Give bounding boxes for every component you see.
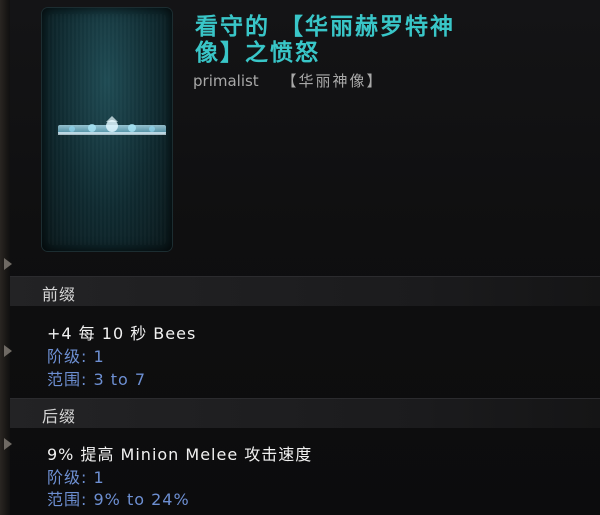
tooltip-left-border bbox=[0, 0, 12, 515]
affix-range-line: 范围: 3 to 7 bbox=[47, 370, 147, 389]
affix-tier-line: 阶级: 1 bbox=[47, 347, 105, 366]
item-class: primalist bbox=[193, 72, 259, 90]
affix-range-line: 范围: 9% to 24% bbox=[47, 490, 190, 509]
prefix-section-header: 前缀 bbox=[10, 276, 600, 306]
suffix-section-header: 后缀 bbox=[10, 398, 600, 428]
ornate-idol-icon bbox=[58, 116, 166, 135]
section-title: 后缀 bbox=[42, 407, 77, 426]
affix-tier-line: 阶级: 1 bbox=[47, 468, 105, 487]
border-notch-icon bbox=[4, 258, 12, 270]
suffix-section: 9% 提高 Minion Melee 攻击速度 阶级: 1 范围: 9% to … bbox=[10, 428, 600, 515]
affix-value-line: 9% 提高 Minion Melee 攻击速度 bbox=[47, 445, 313, 464]
item-title: 看守的 【华丽赫罗特神 像】之愤怒 bbox=[195, 14, 456, 66]
item-subtitle: primalist 【华丽神像】 bbox=[193, 70, 384, 91]
section-title: 前缀 bbox=[42, 285, 77, 304]
prefix-section: +4 每 10 秒 Bees 阶级: 1 范围: 3 to 7 bbox=[10, 306, 600, 398]
affix-value-line: +4 每 10 秒 Bees bbox=[47, 324, 197, 343]
item-base-type: 【华丽神像】 bbox=[281, 72, 384, 90]
